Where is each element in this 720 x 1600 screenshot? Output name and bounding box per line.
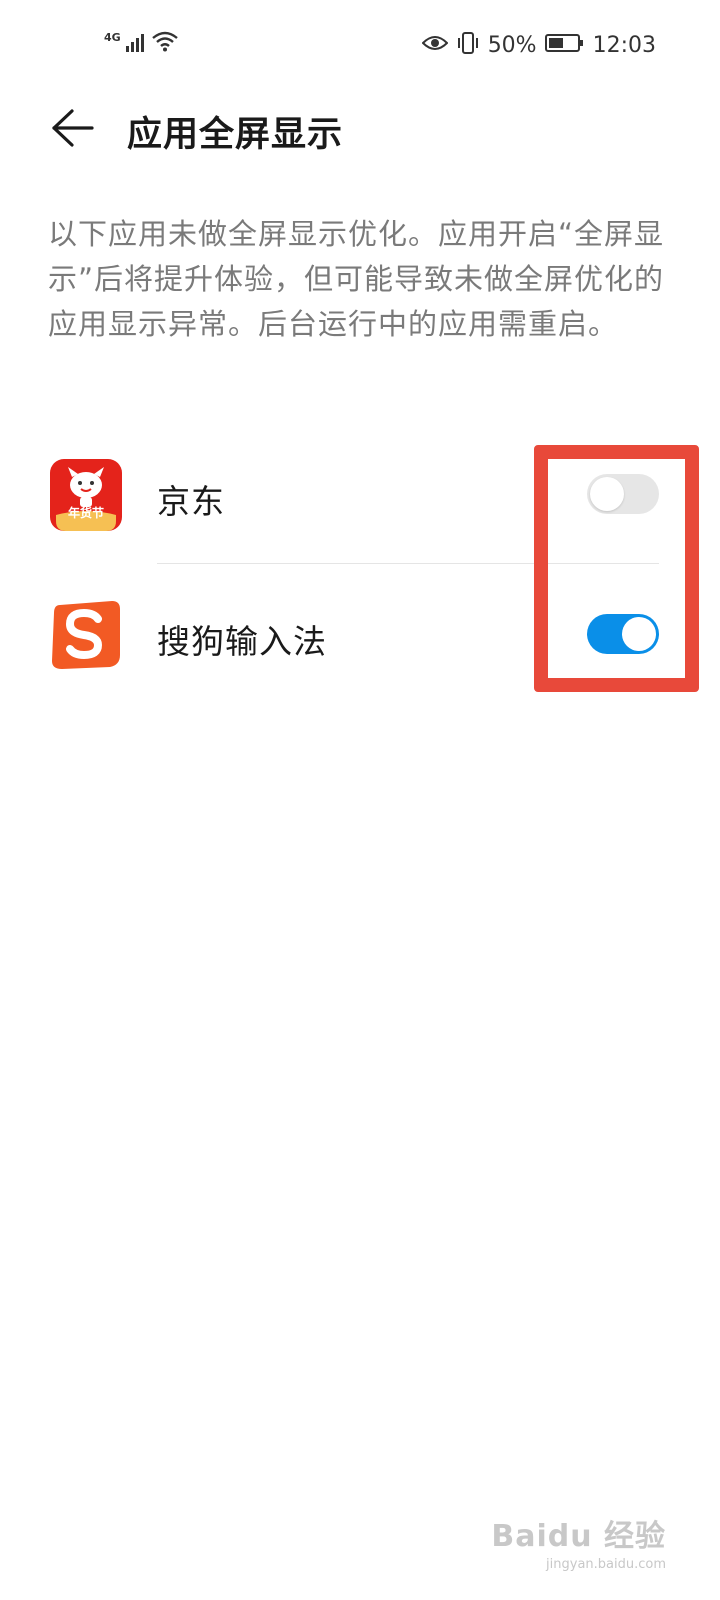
app-row-sogou: 搜狗输入法 [0, 585, 720, 685]
status-left: 4G [104, 30, 179, 56]
app-label-jd: 京东 [157, 482, 225, 521]
watermark-sub: jingyan.baidu.com [546, 1557, 666, 1572]
network-type-label: 4G [104, 31, 121, 44]
header: 应用全屏显示 [0, 90, 720, 170]
clock: 12:03 [592, 32, 656, 58]
app-label-sogou: 搜狗输入法 [157, 622, 327, 661]
status-bar: 4G 50% 12:03 [0, 0, 720, 90]
screen: 4G 50% 12:03 应用全屏显示 以下应用未做全屏显示优化。应用开启“全屏… [0, 0, 720, 1600]
fullscreen-toggle-sogou[interactable] [587, 614, 659, 654]
list-divider [157, 563, 659, 564]
sogou-app-icon [50, 599, 122, 671]
watermark-main: Baidu 经验 [491, 1519, 666, 1554]
battery-percent: 50% [487, 32, 537, 58]
toggle-knob [622, 617, 656, 651]
vibrate-icon [456, 31, 480, 59]
arrow-left-icon [50, 108, 94, 152]
fullscreen-toggle-jd[interactable] [587, 474, 659, 514]
toggle-knob [590, 477, 624, 511]
signal-icon [125, 32, 147, 56]
description-text: 以下应用未做全屏显示优化。应用开启“全屏显示”后将提升体验，但可能导致未做全屏优… [48, 217, 665, 341]
status-right: 50% 12:03 [421, 30, 656, 60]
watermark: Baidu 经验 jingyan.baidu.com [491, 1511, 666, 1572]
back-button[interactable] [44, 104, 100, 156]
page-title: 应用全屏显示 [127, 115, 344, 155]
jd-app-icon: 年货节 [50, 459, 122, 531]
eye-icon [421, 34, 449, 56]
jd-icon-text: 年货节 [68, 505, 104, 520]
battery-icon [544, 33, 585, 57]
wifi-icon [151, 30, 179, 56]
app-row-jd: 年货节 京东 [0, 445, 720, 545]
